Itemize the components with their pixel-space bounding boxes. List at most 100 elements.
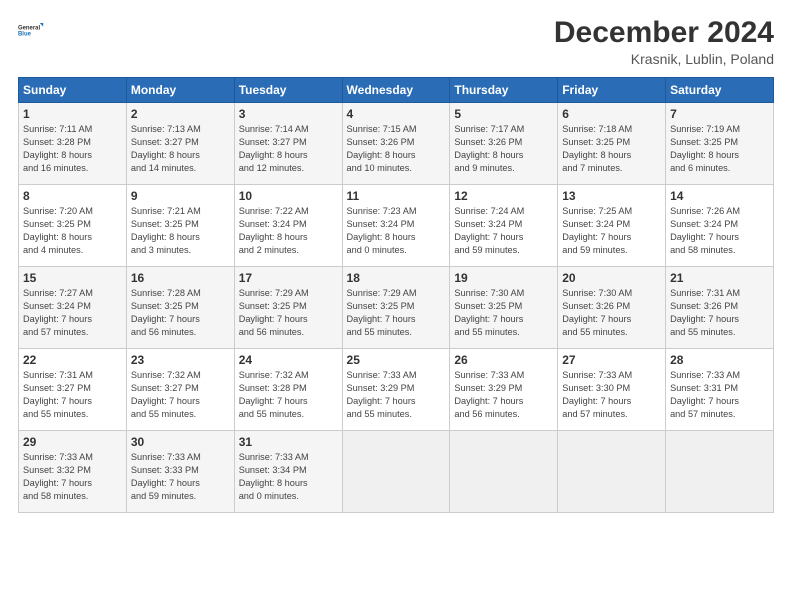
- calendar-cell: 21 Sunrise: 7:31 AM Sunset: 3:26 PM Dayli…: [666, 267, 774, 349]
- day-number: 6: [562, 107, 661, 121]
- header: GeneralBlue December 2024 Krasnik, Lubli…: [18, 16, 774, 67]
- calendar-cell: [450, 431, 558, 513]
- day-number: 9: [131, 189, 230, 203]
- calendar-cell: [558, 431, 666, 513]
- day-number: 25: [347, 353, 446, 367]
- calendar-cell: 6Sunrise: 7:18 AM Sunset: 3:25 PM Daylig…: [558, 103, 666, 185]
- calendar-week-row: 1 Sunrise: 7:11 AM Sunset: 3:28 PM Daylig…: [19, 103, 774, 185]
- day-number: 31: [239, 435, 338, 449]
- calendar-cell: [666, 431, 774, 513]
- calendar-cell: 3 Sunrise: 7:14 AM Sunset: 3:27 PM Daylig…: [234, 103, 342, 185]
- calendar-page: GeneralBlue December 2024 Krasnik, Lubli…: [0, 0, 792, 612]
- day-info: Sunrise: 7:32 AM Sunset: 3:28 PM Dayligh…: [239, 369, 338, 421]
- calendar-cell: 4Sunrise: 7:15 AM Sunset: 3:26 PM Daylig…: [342, 103, 450, 185]
- calendar-week-row: 15Sunrise: 7:27 AM Sunset: 3:24 PM Dayli…: [19, 267, 774, 349]
- header-wednesday: Wednesday: [342, 78, 450, 103]
- calendar-cell: 23 Sunrise: 7:32 AM Sunset: 3:27 PM Dayli…: [126, 349, 234, 431]
- day-info: Sunrise: 7:30 AM Sunset: 3:25 PM Dayligh…: [454, 287, 553, 339]
- day-info: Sunrise: 7:33 AM Sunset: 3:29 PM Dayligh…: [454, 369, 553, 421]
- day-info: Sunrise: 7:29 AM Sunset: 3:25 PM Dayligh…: [239, 287, 338, 339]
- day-number: 12: [454, 189, 553, 203]
- calendar-cell: 31 Sunrise: 7:33 AM Sunset: 3:34 PM Dayli…: [234, 431, 342, 513]
- calendar-cell: 8Sunrise: 7:20 AM Sunset: 3:25 PM Daylig…: [19, 185, 127, 267]
- calendar-cell: 9 Sunrise: 7:21 AM Sunset: 3:25 PM Daylig…: [126, 185, 234, 267]
- calendar-cell: 19 Sunrise: 7:30 AM Sunset: 3:25 PM Dayli…: [450, 267, 558, 349]
- day-info: Sunrise: 7:23 AM Sunset: 3:24 PM Dayligh…: [347, 205, 446, 257]
- day-number: 4: [347, 107, 446, 121]
- calendar-cell: 18 Sunrise: 7:29 AM Sunset: 3:25 PM Dayli…: [342, 267, 450, 349]
- header-sunday: Sunday: [19, 78, 127, 103]
- day-number: 16: [131, 271, 230, 285]
- day-number: 28: [670, 353, 769, 367]
- day-number: 24: [239, 353, 338, 367]
- day-info: Sunrise: 7:31 AM Sunset: 3:27 PM Dayligh…: [23, 369, 122, 421]
- main-title: December 2024: [554, 16, 774, 49]
- calendar-cell: 7 Sunrise: 7:19 AM Sunset: 3:25 PM Daylig…: [666, 103, 774, 185]
- day-number: 23: [131, 353, 230, 367]
- day-info: Sunrise: 7:27 AM Sunset: 3:24 PM Dayligh…: [23, 287, 122, 339]
- day-info: Sunrise: 7:33 AM Sunset: 3:34 PM Dayligh…: [239, 451, 338, 503]
- day-info: Sunrise: 7:17 AM Sunset: 3:26 PM Dayligh…: [454, 123, 553, 175]
- calendar-cell: 29Sunrise: 7:33 AM Sunset: 3:32 PM Dayli…: [19, 431, 127, 513]
- calendar-week-row: 22Sunrise: 7:31 AM Sunset: 3:27 PM Dayli…: [19, 349, 774, 431]
- day-info: Sunrise: 7:26 AM Sunset: 3:24 PM Dayligh…: [670, 205, 769, 257]
- day-number: 11: [347, 189, 446, 203]
- day-info: Sunrise: 7:22 AM Sunset: 3:24 PM Dayligh…: [239, 205, 338, 257]
- day-info: Sunrise: 7:33 AM Sunset: 3:30 PM Dayligh…: [562, 369, 661, 421]
- calendar-cell: 22Sunrise: 7:31 AM Sunset: 3:27 PM Dayli…: [19, 349, 127, 431]
- calendar-cell: [342, 431, 450, 513]
- day-info: Sunrise: 7:19 AM Sunset: 3:25 PM Dayligh…: [670, 123, 769, 175]
- day-number: 30: [131, 435, 230, 449]
- day-number: 1: [23, 107, 122, 121]
- calendar-week-row: 8Sunrise: 7:20 AM Sunset: 3:25 PM Daylig…: [19, 185, 774, 267]
- calendar-cell: 24 Sunrise: 7:32 AM Sunset: 3:28 PM Dayli…: [234, 349, 342, 431]
- day-info: Sunrise: 7:30 AM Sunset: 3:26 PM Dayligh…: [562, 287, 661, 339]
- day-info: Sunrise: 7:33 AM Sunset: 3:31 PM Dayligh…: [670, 369, 769, 421]
- day-number: 14: [670, 189, 769, 203]
- svg-text:General: General: [18, 25, 40, 31]
- day-number: 17: [239, 271, 338, 285]
- day-info: Sunrise: 7:25 AM Sunset: 3:24 PM Dayligh…: [562, 205, 661, 257]
- day-number: 20: [562, 271, 661, 285]
- day-info: Sunrise: 7:33 AM Sunset: 3:33 PM Dayligh…: [131, 451, 230, 503]
- day-info: Sunrise: 7:13 AM Sunset: 3:27 PM Dayligh…: [131, 123, 230, 175]
- calendar-cell: 14 Sunrise: 7:26 AM Sunset: 3:24 PM Dayli…: [666, 185, 774, 267]
- day-info: Sunrise: 7:33 AM Sunset: 3:29 PM Dayligh…: [347, 369, 446, 421]
- day-number: 19: [454, 271, 553, 285]
- calendar-table: Sunday Monday Tuesday Wednesday Thursday…: [18, 77, 774, 513]
- calendar-cell: 27 Sunrise: 7:33 AM Sunset: 3:30 PM Dayli…: [558, 349, 666, 431]
- day-info: Sunrise: 7:32 AM Sunset: 3:27 PM Dayligh…: [131, 369, 230, 421]
- calendar-cell: 13Sunrise: 7:25 AM Sunset: 3:24 PM Dayli…: [558, 185, 666, 267]
- day-info: Sunrise: 7:28 AM Sunset: 3:25 PM Dayligh…: [131, 287, 230, 339]
- day-number: 2: [131, 107, 230, 121]
- day-info: Sunrise: 7:31 AM Sunset: 3:26 PM Dayligh…: [670, 287, 769, 339]
- day-number: 3: [239, 107, 338, 121]
- calendar-cell: 10 Sunrise: 7:22 AM Sunset: 3:24 PM Dayli…: [234, 185, 342, 267]
- calendar-cell: 16 Sunrise: 7:28 AM Sunset: 3:25 PM Dayli…: [126, 267, 234, 349]
- day-number: 18: [347, 271, 446, 285]
- header-thursday: Thursday: [450, 78, 558, 103]
- header-monday: Monday: [126, 78, 234, 103]
- calendar-cell: 5Sunrise: 7:17 AM Sunset: 3:26 PM Daylig…: [450, 103, 558, 185]
- svg-text:Blue: Blue: [18, 32, 32, 38]
- calendar-cell: 17 Sunrise: 7:29 AM Sunset: 3:25 PM Dayli…: [234, 267, 342, 349]
- day-number: 7: [670, 107, 769, 121]
- subtitle: Krasnik, Lublin, Poland: [554, 51, 774, 67]
- day-number: 10: [239, 189, 338, 203]
- calendar-cell: 11 Sunrise: 7:23 AM Sunset: 3:24 PM Dayli…: [342, 185, 450, 267]
- day-number: 27: [562, 353, 661, 367]
- calendar-cell: 12Sunrise: 7:24 AM Sunset: 3:24 PM Dayli…: [450, 185, 558, 267]
- calendar-cell: 25 Sunrise: 7:33 AM Sunset: 3:29 PM Dayli…: [342, 349, 450, 431]
- day-info: Sunrise: 7:29 AM Sunset: 3:25 PM Dayligh…: [347, 287, 446, 339]
- calendar-week-row: 29Sunrise: 7:33 AM Sunset: 3:32 PM Dayli…: [19, 431, 774, 513]
- day-info: Sunrise: 7:11 AM Sunset: 3:28 PM Dayligh…: [23, 123, 122, 175]
- day-number: 21: [670, 271, 769, 285]
- calendar-header-row: Sunday Monday Tuesday Wednesday Thursday…: [19, 78, 774, 103]
- logo: GeneralBlue: [18, 16, 46, 44]
- day-info: Sunrise: 7:33 AM Sunset: 3:32 PM Dayligh…: [23, 451, 122, 503]
- header-friday: Friday: [558, 78, 666, 103]
- day-info: Sunrise: 7:14 AM Sunset: 3:27 PM Dayligh…: [239, 123, 338, 175]
- day-info: Sunrise: 7:21 AM Sunset: 3:25 PM Dayligh…: [131, 205, 230, 257]
- calendar-cell: 1 Sunrise: 7:11 AM Sunset: 3:28 PM Daylig…: [19, 103, 127, 185]
- calendar-cell: 28 Sunrise: 7:33 AM Sunset: 3:31 PM Dayli…: [666, 349, 774, 431]
